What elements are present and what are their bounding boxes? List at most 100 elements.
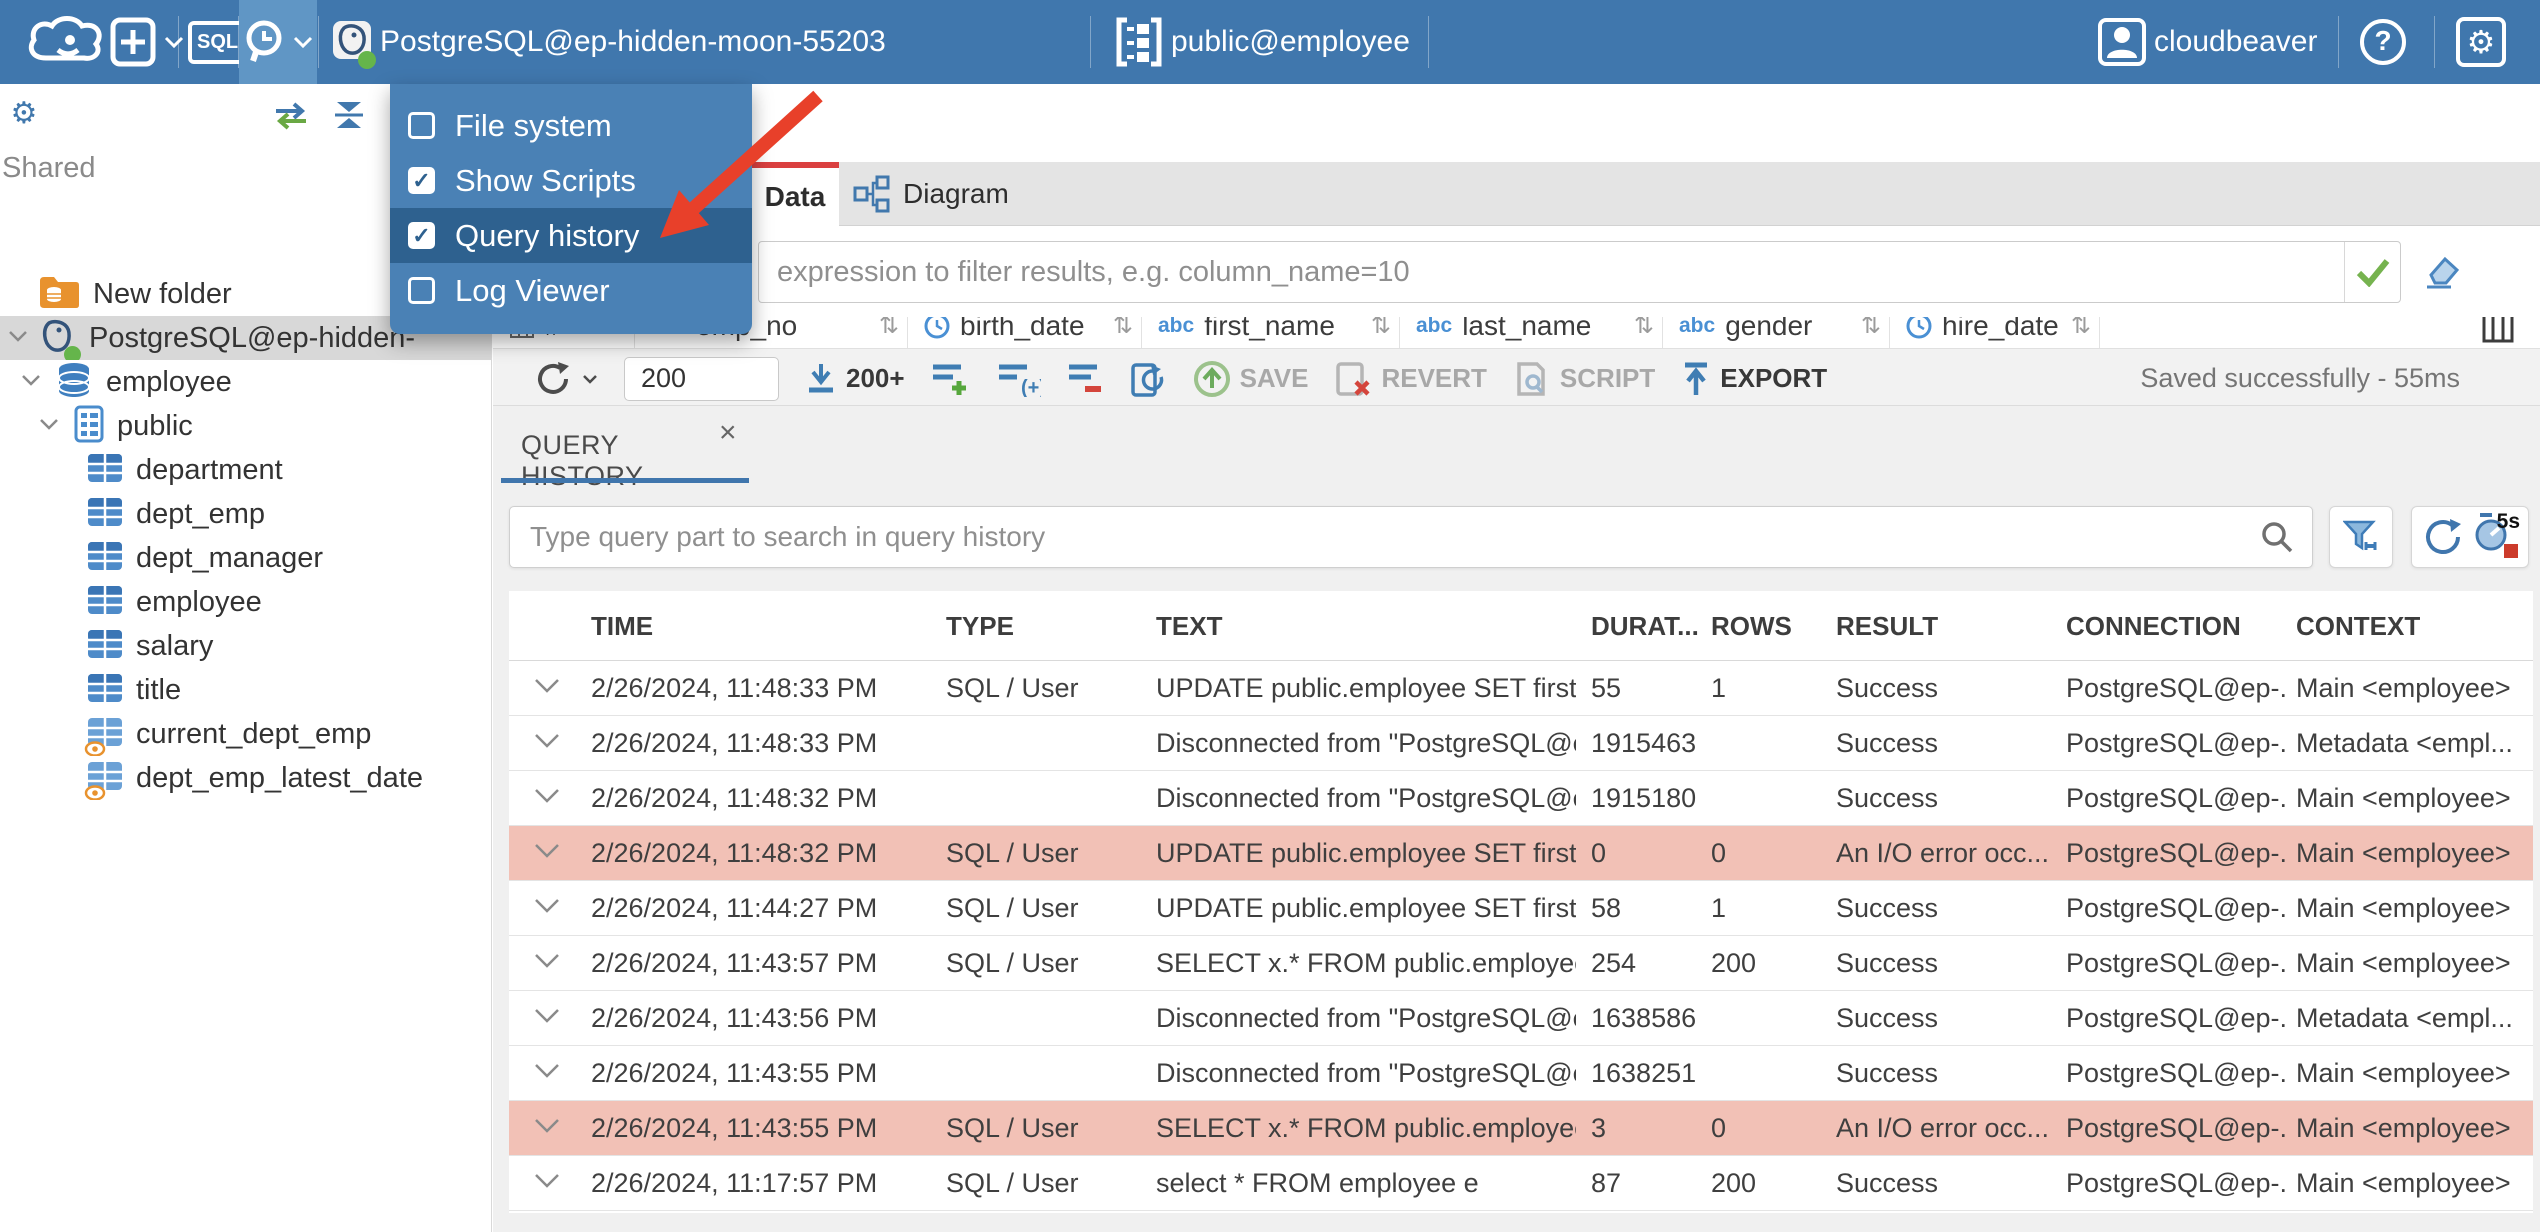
history-column-header-context[interactable]: CONTEXT	[2296, 591, 2526, 661]
auto-refresh-timer-button[interactable]: 5s	[2474, 510, 2520, 562]
delete-row-button[interactable]	[1067, 361, 1103, 397]
tree-item-department[interactable]: department	[0, 448, 491, 492]
tree-item-employee[interactable]: employee	[0, 580, 491, 624]
menu-item-log-viewer[interactable]: Log Viewer	[390, 263, 752, 318]
history-column-header-result[interactable]: RESULT	[1836, 591, 2056, 661]
refresh-icon[interactable]	[2422, 516, 2464, 558]
tree-item-employee[interactable]: employee	[0, 360, 491, 404]
query-history-row[interactable]: 2/26/2024, 11:48:33 PM Disconnected from …	[509, 716, 2533, 771]
sidebar-settings-gear-icon[interactable]: ⚙	[8, 98, 40, 130]
export-button[interactable]: EXPORT	[1681, 361, 1827, 397]
collapse-all-icon[interactable]	[331, 100, 367, 130]
save-button[interactable]: SAVE	[1193, 360, 1308, 398]
expand-row-chevron-icon[interactable]	[533, 952, 561, 970]
grid-column-gender[interactable]: abc gender ⇅	[1663, 317, 1890, 348]
sync-connections-icon[interactable]	[272, 102, 310, 130]
expand-chevron-icon[interactable]	[38, 417, 60, 431]
query-history-row[interactable]: 2/26/2024, 11:48:32 PM Disconnected from …	[509, 771, 2533, 826]
expand-row-chevron-icon[interactable]	[533, 897, 561, 915]
expand-row-chevron-icon[interactable]	[533, 1007, 561, 1025]
grid-column-last_name[interactable]: abc last_name ⇅	[1400, 317, 1663, 348]
postgres-icon	[38, 317, 81, 360]
sort-icon[interactable]: ⇅	[879, 317, 899, 340]
query-history-panel: QUERY HISTORY × Type query part to searc…	[493, 405, 2540, 1232]
duplicate-row-button[interactable]: (+)	[997, 361, 1041, 397]
new-object-button[interactable]	[110, 0, 184, 84]
script-button[interactable]: SCRIPT	[1513, 360, 1655, 398]
tab-data[interactable]: Data	[751, 162, 839, 226]
query-history-row[interactable]: 2/26/2024, 11:43:55 PM SQL / User SELECT x…	[509, 1101, 2533, 1156]
fetch-more-button[interactable]: 200+	[805, 362, 905, 396]
user-menu-button[interactable]: cloudbeaver	[2098, 0, 2317, 84]
query-history-filter-button[interactable]	[2329, 506, 2393, 568]
tab-diagram[interactable]: Diagram	[839, 162, 1044, 226]
sort-icon[interactable]: ⇅	[2071, 317, 2091, 340]
history-column-header-time[interactable]: TIME	[591, 591, 931, 661]
table-icon	[88, 541, 122, 570]
tree-item-title[interactable]: title	[0, 668, 491, 712]
history-column-header-connection[interactable]: CONNECTION	[2066, 591, 2286, 661]
clear-filter-eraser-icon[interactable]	[2421, 251, 2461, 291]
history-column-header-durat[interactable]: DURAT...	[1591, 591, 1701, 661]
tree-item-dept-manager[interactable]: dept_manager	[0, 536, 491, 580]
expand-chevron-icon[interactable]	[20, 373, 42, 387]
expand-row-chevron-icon[interactable]	[533, 1117, 561, 1135]
cloudbeaver-logo-icon[interactable]	[24, 0, 106, 84]
filter-expression-input[interactable]	[759, 242, 2344, 302]
expand-row-chevron-icon[interactable]	[533, 1062, 561, 1080]
add-row-button[interactable]	[931, 361, 971, 397]
refresh-results-button[interactable]	[533, 359, 598, 399]
row-limit-input[interactable]	[624, 356, 779, 401]
query-history-row[interactable]: 2/26/2024, 11:43:55 PM Disconnected from …	[509, 1046, 2533, 1101]
menu-item-show-scripts[interactable]: ✓ Show Scripts	[390, 153, 752, 208]
history-column-header-text[interactable]: TEXT	[1156, 591, 1576, 661]
expand-row-chevron-icon[interactable]	[533, 1172, 561, 1190]
expand-row-chevron-icon[interactable]	[533, 677, 561, 695]
tree-item-dept-emp-latest-date[interactable]: dept_emp_latest_date	[0, 756, 491, 800]
grid-column-hire_date[interactable]: hire_date ⇅	[1890, 317, 2100, 348]
close-icon[interactable]: ×	[719, 416, 737, 450]
tools-menu-button[interactable]	[239, 0, 317, 84]
tree-item-public[interactable]: public	[0, 404, 491, 448]
revert-button[interactable]: REVERT	[1334, 360, 1487, 398]
grid-column-first_name[interactable]: abc first_name ⇅	[1142, 317, 1400, 348]
sort-icon[interactable]: ⇅	[1634, 317, 1654, 340]
expand-row-chevron-icon[interactable]	[533, 787, 561, 805]
sort-icon[interactable]: ⇅	[1113, 317, 1133, 340]
connection-selector[interactable]: PostgreSQL@ep-hidden-moon-55203	[332, 0, 886, 84]
query-history-row[interactable]: 2/26/2024, 11:43:57 PM SQL / User SELECT x…	[509, 936, 2533, 991]
sort-icon[interactable]: ⇅	[1371, 317, 1391, 340]
svg-text:?: ?	[2374, 25, 2391, 56]
expand-row-chevron-icon[interactable]	[533, 842, 561, 860]
settings-button[interactable]: ⚙	[2456, 0, 2506, 84]
expand-row-chevron-icon[interactable]	[533, 732, 561, 750]
sort-icon[interactable]: ⇅	[1861, 317, 1881, 340]
clock-icon	[1906, 317, 1932, 338]
tree-item-current-dept-emp[interactable]: current_dept_emp	[0, 712, 491, 756]
query-history-row[interactable]: 2/26/2024, 11:48:33 PM SQL / User UPDATE p…	[509, 661, 2533, 716]
query-history-row[interactable]: 2/26/2024, 11:44:27 PM SQL / User UPDATE p…	[509, 881, 2533, 936]
query-history-search-input[interactable]	[510, 521, 2260, 553]
save-status-text: Saved successfully - 55ms	[2140, 363, 2460, 393]
apply-filter-button[interactable]	[2344, 242, 2400, 302]
checkbox-icon: ✓	[408, 222, 435, 249]
schema-selector[interactable]: public@employee	[1115, 0, 1410, 84]
delete-row-icon	[1068, 364, 1101, 392]
history-column-header-rows[interactable]: ROWS	[1711, 591, 1826, 661]
view-icon	[84, 761, 123, 800]
auto-refresh-button[interactable]	[1129, 359, 1167, 399]
menu-item-query-history[interactable]: ✓ Query history	[390, 208, 752, 263]
tree-item-dept-emp[interactable]: dept_emp	[0, 492, 491, 536]
tree-item-salary[interactable]: salary	[0, 624, 491, 668]
query-history-row[interactable]: 2/26/2024, 11:17:57 PM SQL / User select *…	[509, 1156, 2533, 1211]
help-button[interactable]: ?	[2358, 0, 2408, 84]
menu-item-file-system[interactable]: File system	[390, 98, 752, 153]
grid-column-birth_date[interactable]: birth_date ⇅	[908, 317, 1142, 348]
history-column-header-type[interactable]: TYPE	[946, 591, 1146, 661]
grid-columns-config-icon[interactable]	[2481, 317, 2515, 347]
query-history-row[interactable]: 2/26/2024, 11:48:32 PM SQL / User UPDATE p…	[509, 826, 2533, 881]
query-history-row[interactable]: 2/26/2024, 11:43:56 PM Disconnected from …	[509, 991, 2533, 1046]
query-history-tab[interactable]: QUERY HISTORY ×	[501, 416, 741, 491]
expand-chevron-icon[interactable]	[7, 329, 29, 343]
divider	[2434, 16, 2435, 68]
